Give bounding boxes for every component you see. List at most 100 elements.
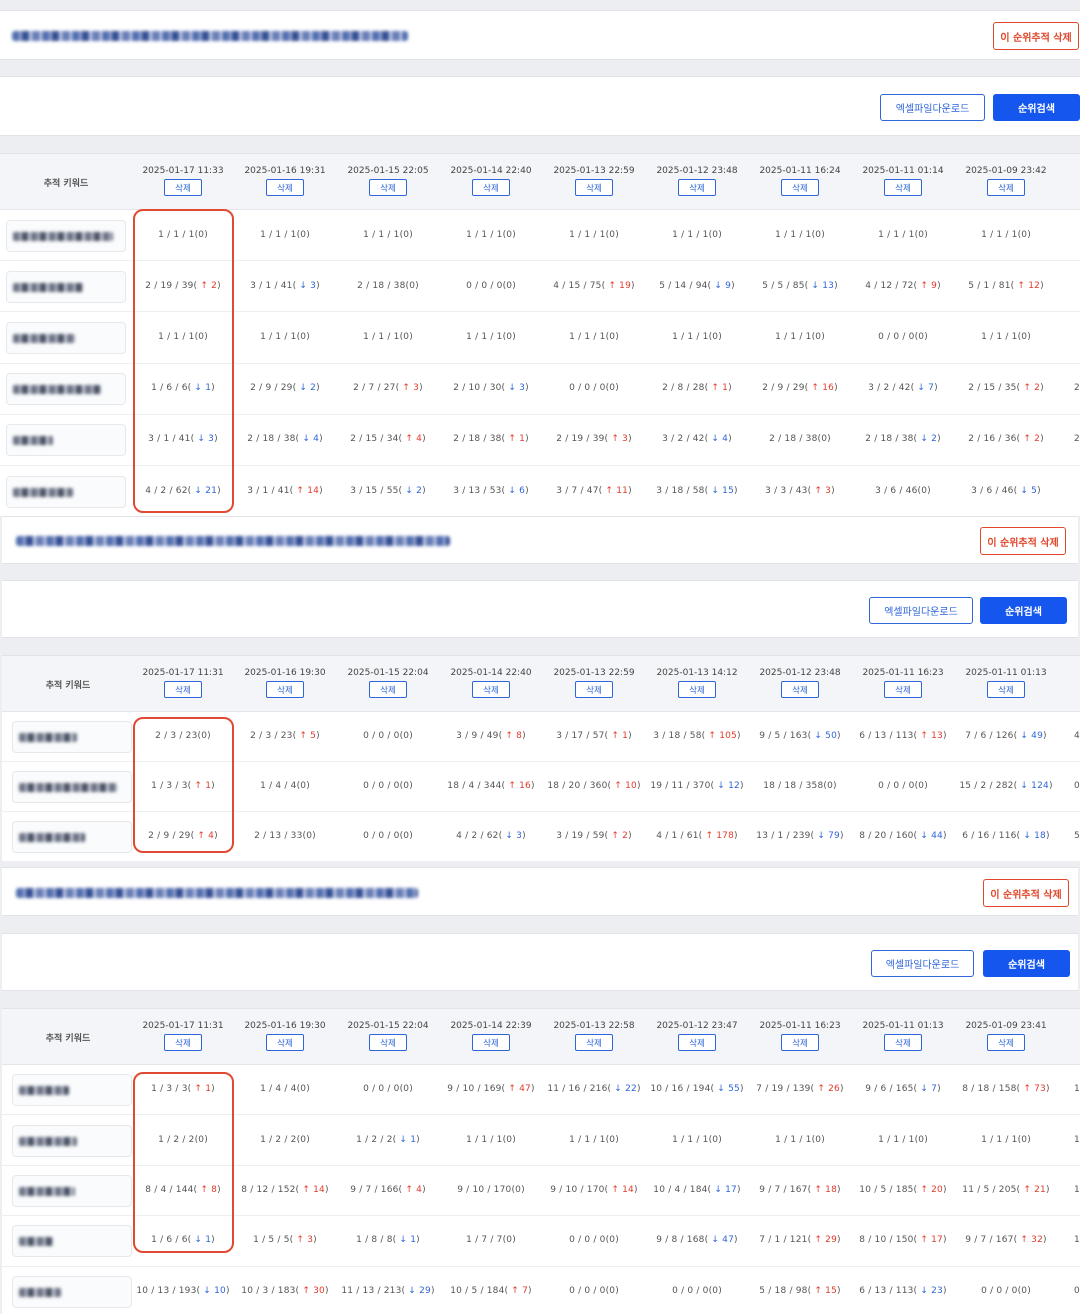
delete-date-button[interactable]: 삭제 <box>678 1034 716 1051</box>
date-column-header: 2025-01-13 22:59 삭제 <box>543 154 645 210</box>
blurred-keyword <box>13 487 73 497</box>
keyword-cell <box>12 1225 132 1258</box>
delete-date-button[interactable]: 삭제 <box>266 681 304 698</box>
excel-download-button[interactable]: 엑셀파일다운로드 <box>869 597 973 624</box>
rank-cell: 2 / 18 / 38( ↑ 1) <box>453 434 529 445</box>
delete-tracking-button[interactable]: 이 순위추적 삭제 <box>993 22 1079 50</box>
date-label: 2025-01-13 22:58 <box>553 1021 635 1031</box>
rank-cell: 2 / 18 / 38( ↓ 2) <box>865 434 941 445</box>
delete-date-button[interactable]: 삭제 <box>781 1034 819 1051</box>
rank-cell: 2 / 15 / 35( ↑ 2) <box>968 383 1044 394</box>
delete-date-button[interactable]: 삭제 <box>678 179 716 196</box>
date-label: 2025-01-11 01:13 <box>862 1021 944 1031</box>
date-column-header: 2025-01-16 19:30 삭제 <box>234 656 336 712</box>
rank-cell: 9 / 10 / 169( ↑ 47) <box>447 1084 535 1095</box>
delete-date-button[interactable]: 삭제 <box>884 681 922 698</box>
delete-date-button[interactable]: 삭제 <box>987 1034 1025 1051</box>
rank-cell: 3 / 19 / 59( ↑ 2) <box>556 831 632 841</box>
delete-date-button[interactable]: 삭제 <box>575 1034 613 1051</box>
rank-search-button[interactable]: 순위검색 <box>993 94 1080 121</box>
delete-date-button[interactable]: 삭제 <box>369 179 407 196</box>
rank-cell: 10 / 13 / 193( ↓ 10) <box>136 1285 230 1296</box>
rank-cell: 8 / 12 / 152( ↑ 14) <box>241 1184 329 1195</box>
rank-cell: 1 / 5 / 5( ↑ 3) <box>253 1235 317 1246</box>
delete-date-button[interactable]: 삭제 <box>369 1034 407 1051</box>
delete-date-button[interactable]: 삭제 <box>266 179 304 196</box>
rank-cell: 1 / 1 / 1(0) <box>981 229 1031 240</box>
delete-date-button[interactable]: 삭제 <box>164 179 202 196</box>
rank-cell: 5 / 18 <box>1074 831 1080 841</box>
delete-date-button[interactable]: 삭제 <box>472 681 510 698</box>
rank-cell: 0 / 0 / 0(0) <box>981 1285 1031 1296</box>
delete-date-button[interactable]: 삭제 <box>781 681 819 698</box>
rank-cell: 18 / 18 / 358(0) <box>763 781 837 791</box>
rank-cell: 1 / 2 / 2(0) <box>260 1134 310 1145</box>
date-label: 2025-01-16 19:30 <box>244 1021 326 1031</box>
date-label: 2025-01-13 14:12 <box>656 668 738 678</box>
rank-cell: 9 / 5 / 163( ↓ 50) <box>759 731 841 741</box>
delete-tracking-button[interactable]: 이 순위추적 삭제 <box>980 527 1066 555</box>
rank-cell: 8 / 20 / 160( ↓ 44) <box>859 831 947 841</box>
blurred-keyword <box>13 231 113 241</box>
tracking-header-3: 이 순위추적 삭제 <box>2 867 1078 916</box>
delete-date-button[interactable]: 삭제 <box>575 681 613 698</box>
date-label: 2025-01-17 11:31 <box>142 1021 224 1031</box>
date-column-header: 2025-01-15 22:04 삭제 <box>337 656 439 712</box>
tracking-keyword-header: 추적 키워드 <box>43 178 89 189</box>
rank-cell: 3 / 17 / 57( ↑ 1) <box>556 731 632 741</box>
rank-cell: 1 / 4 / 4(0) <box>260 1084 310 1095</box>
delete-date-button[interactable]: 삭제 <box>369 681 407 698</box>
blurred-keyword <box>19 1186 75 1196</box>
rank-cell: 3 / 7 / 47( ↑ 11) <box>556 485 632 496</box>
excel-download-button[interactable]: 엑셀파일다운로드 <box>880 94 985 121</box>
delete-date-button[interactable]: 삭제 <box>472 1034 510 1051</box>
delete-date-button[interactable]: 삭제 <box>164 681 202 698</box>
excel-download-button[interactable]: 엑셀파일다운로드 <box>871 950 974 977</box>
delete-tracking-button[interactable]: 이 순위추적 삭제 <box>983 879 1069 907</box>
delete-date-button[interactable]: 삭제 <box>884 179 922 196</box>
delete-date-button[interactable]: 삭제 <box>678 681 716 698</box>
delete-date-button[interactable]: 삭제 <box>472 179 510 196</box>
delete-date-button[interactable]: 삭제 <box>575 179 613 196</box>
delete-date-button[interactable]: 삭제 <box>266 1034 304 1051</box>
toolbar-1: 엑셀파일다운로드 순위검색 <box>0 76 1080 136</box>
date-column-header: 20 <box>1058 154 1080 210</box>
table-header: 추적 키워드 2025-01-17 11:33 삭제 2025-01-16 19:31… <box>0 154 1080 210</box>
rank-cell: 3 / 18 / 58( ↓ 15) <box>656 485 738 496</box>
rank-cell: 1 / 1 / 1(0) <box>775 331 825 342</box>
date-label: 2025-01-09 23:41 <box>965 1021 1047 1031</box>
keyword-cell <box>12 1275 132 1308</box>
tracking-header-1: 이 순위추적 삭제 <box>0 10 1080 60</box>
date-column-header: 2025-01-11 16:23 삭제 <box>852 656 954 712</box>
rank-cell: 1 / 7 / 7(0) <box>466 1235 516 1246</box>
rank-cell: 3 / 15 / 55( ↓ 2) <box>350 485 426 496</box>
delete-date-button[interactable]: 삭제 <box>164 1034 202 1051</box>
delete-date-button[interactable]: 삭제 <box>987 179 1025 196</box>
rank-cell: 19 / 11 / 370( ↓ 12) <box>650 781 744 791</box>
keyword-cell <box>6 321 126 354</box>
rank-cell: 2 / 9 / 29( ↓ 2) <box>250 383 320 394</box>
delete-date-button[interactable]: 삭제 <box>987 681 1025 698</box>
date-label: 2025-01-11 16:23 <box>862 668 944 678</box>
rank-cell: 7 / 6 / 126( ↓ 49) <box>965 731 1047 741</box>
rank-cell: 1 / 1 / 1(0) <box>672 331 722 342</box>
rank-cell: 7 / 19 / 139( ↑ 26) <box>756 1084 844 1095</box>
table-row: 10 / 13 / 193( ↓ 10) 10 / 3 / 183( ↑ 30) 1… <box>2 1267 1080 1314</box>
rank-cell: 2 / 18 / 38(0) <box>357 280 419 291</box>
rank-cell: 10 / 4 / 184( ↓ 17) <box>653 1184 741 1195</box>
rank-cell: 1 / 1 / 1(0) <box>466 1134 516 1145</box>
rank-search-button[interactable]: 순위검색 <box>983 950 1070 977</box>
date-column-header: 2025-01-09 23:42 삭제 <box>955 154 1057 210</box>
delete-date-button[interactable]: 삭제 <box>884 1034 922 1051</box>
toolbar-3: 엑셀파일다운로드 순위검색 <box>2 933 1078 991</box>
rank-cell: 11 / 5 / 205( ↑ 21) <box>962 1184 1050 1195</box>
blurred-keyword <box>19 1086 69 1096</box>
date-column-header: 2025-01-12 23:48 삭제 <box>749 656 851 712</box>
keyword-cell <box>12 1074 132 1107</box>
rank-cell: 9 / 7 / 167( ↑ 32) <box>965 1235 1047 1246</box>
rank-cell: 2 / 18 / 38(0) <box>769 434 831 445</box>
delete-date-button[interactable]: 삭제 <box>781 179 819 196</box>
rank-search-button[interactable]: 순위검색 <box>980 597 1067 624</box>
date-column-header: 2025-01-13 22:59 삭제 <box>543 656 645 712</box>
rank-cell: 2 / 13 / 33(0) <box>254 831 316 841</box>
